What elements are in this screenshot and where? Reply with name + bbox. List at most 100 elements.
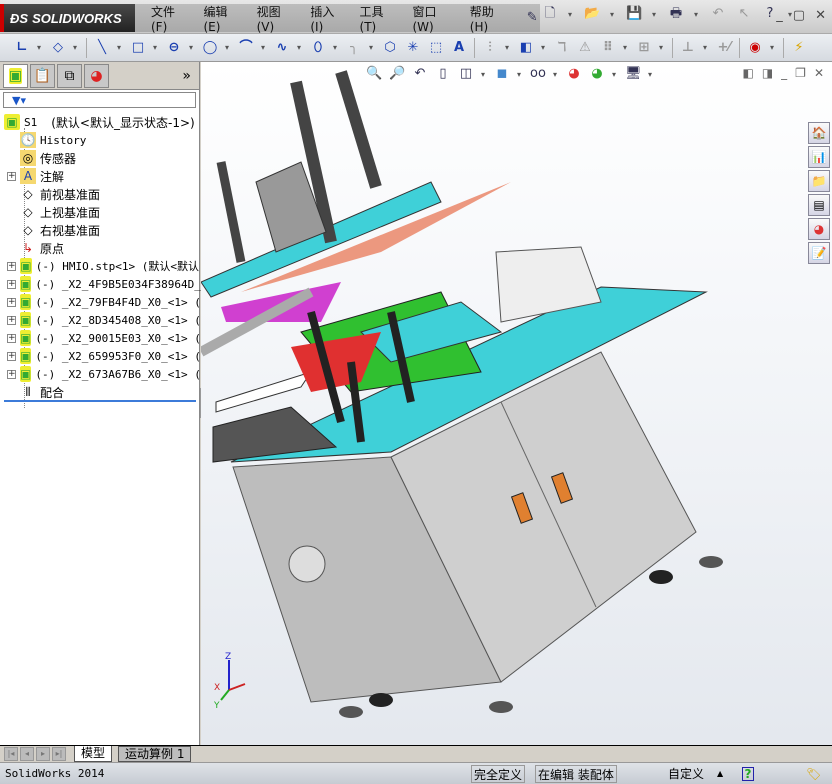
graphics-viewport[interactable]: 🔍 🔎 ↶ ▯ ◫ ▾ ◼ ▾ oo ▾ ◕ ◕ ▾ 🖥 ▾ ◧ ◨ _ ❐ ✕ 🏠 📊 … <box>201 62 832 745</box>
ellipse-icon[interactable]: ⬯ <box>310 40 326 56</box>
menu-help[interactable]: 帮助(H) <box>470 3 512 34</box>
tree-item[interactable]: + A 注解 <box>0 167 199 185</box>
tree-item[interactable]: + ▣ (-) _X2_673A67B6_X0_<1> ( <box>0 365 201 383</box>
menu-file[interactable]: 文件(F) <box>151 3 190 34</box>
tree-item[interactable]: ◎ 传感器 <box>0 149 199 167</box>
origin-icon: ↳ <box>22 241 34 255</box>
assembly-icon: ▣ <box>8 67 23 84</box>
tab-motion-study[interactable]: 运动算例 1 <box>118 746 192 762</box>
linear-pattern-icon[interactable]: ⠿ <box>600 40 616 56</box>
tree-item[interactable]: + ▣ (-) _X2_79FB4F4D_X0_<1> ( <box>0 293 201 311</box>
assembly-icon: ▣ <box>20 348 32 364</box>
fillet-icon[interactable]: ╮ <box>346 40 362 56</box>
expand-toggle[interactable]: + <box>7 315 16 325</box>
circle-icon[interactable]: ◯ <box>202 40 218 56</box>
pin-icon[interactable]: ✎ <box>524 10 540 26</box>
filter-icon: ▼▾ <box>12 93 26 107</box>
next-tab-button[interactable]: ▸ <box>36 747 50 761</box>
file-explorer-icon[interactable]: 📁 <box>808 170 830 192</box>
menu-window[interactable]: 窗口(W) <box>412 3 456 34</box>
arc-icon[interactable]: ⌒ <box>238 40 254 56</box>
rollback-bar[interactable] <box>4 400 196 402</box>
solidworks-logo[interactable]: ƉS SOLIDWORKS <box>0 4 135 32</box>
tree-root[interactable]: ▣ S1 (默认<默认_显示状态-1>) <box>0 113 199 131</box>
tab-display-manager[interactable]: ◕ <box>84 63 109 88</box>
appearances-icon[interactable]: ◕ <box>808 218 830 240</box>
instant3d-icon[interactable]: ⚡ <box>791 40 807 56</box>
tree-item[interactable]: + ▣ (-) _X2_8D345408_X0_<1> ( <box>0 311 201 329</box>
expand-toggle[interactable]: + <box>7 369 16 379</box>
move-entities-icon[interactable]: ⊞ <box>636 40 652 56</box>
solidworks-resources-icon[interactable]: 🏠 <box>808 122 830 144</box>
offset-icon[interactable]: ◧ <box>518 40 534 56</box>
tree-item[interactable]: + ▣ (-) HMIO.stp<1> (默认<默认 <box>0 257 199 275</box>
units-selector[interactable]: 自定义 <box>668 765 704 783</box>
menu-tools[interactable]: 工具(T) <box>360 3 400 34</box>
maximize-icon[interactable]: ▢ <box>793 8 805 23</box>
tab-property-manager[interactable]: 📋 <box>30 63 55 88</box>
rectangle-icon[interactable]: □ <box>130 40 146 56</box>
prev-tab-button[interactable]: ◂ <box>20 747 34 761</box>
smart-dimension-icon[interactable]: ◇ <box>50 40 66 56</box>
tree-item-label: 上视基准面 <box>40 205 101 220</box>
expand-toggle[interactable]: + <box>7 171 16 181</box>
print-icon[interactable]: 🖶 <box>668 6 684 22</box>
expand-toggle[interactable]: + <box>7 351 16 361</box>
slot-icon[interactable]: ⊖ <box>166 40 182 56</box>
property-icon: 📋 <box>33 67 52 84</box>
tree-item[interactable]: ⫴ 配合 <box>0 383 199 401</box>
select-icon[interactable]: ↖ <box>736 6 752 22</box>
first-tab-button[interactable]: |◂ <box>4 747 18 761</box>
tree-item-label: 传感器 <box>40 151 77 166</box>
close-icon[interactable]: ✕ <box>815 8 826 23</box>
tab-model[interactable]: 模型 <box>74 746 113 762</box>
tree-item-label: 前视基准面 <box>40 187 101 202</box>
tab-feature-manager[interactable]: ▣ <box>3 63 28 88</box>
spline-icon[interactable]: ∿ <box>274 40 290 56</box>
design-library-icon[interactable]: 📊 <box>808 146 830 168</box>
tree-item[interactable]: + ▣ (-) _X2_4F9B5E034F38964D_X <box>0 275 208 293</box>
assembly-model[interactable] <box>201 62 832 745</box>
new-document-icon[interactable]: 🗋 <box>542 6 558 22</box>
menu-edit[interactable]: 编辑(E) <box>203 3 243 34</box>
polygon-icon[interactable]: ⬡ <box>382 40 398 56</box>
units-dropdown-icon[interactable]: ▲ <box>717 765 723 783</box>
tree-item[interactable]: + ▣ (-) _X2_659953F0_X0_<1> ( <box>0 347 201 365</box>
repair-sketch-icon[interactable]: +⁄ <box>716 40 732 56</box>
help-icon[interactable]: ? <box>742 767 754 781</box>
mirror-icon[interactable]: ⫶ <box>482 40 498 56</box>
point-icon[interactable]: ✳ <box>405 40 421 56</box>
text-icon[interactable]: A <box>451 40 467 56</box>
tree-filter[interactable]: ▼▾ <box>3 92 196 108</box>
convert-entities-icon[interactable]: ⚠ <box>577 40 593 56</box>
tree-item[interactable]: ◇ 前视基准面 <box>0 185 199 203</box>
expand-toggle[interactable]: + <box>7 297 16 307</box>
construction-geometry-icon[interactable]: ⬚ <box>428 40 444 56</box>
menu-view[interactable]: 视图(V) <box>257 3 298 34</box>
menu-insert[interactable]: 插入(I) <box>310 3 346 34</box>
line-icon[interactable]: ╲ <box>94 40 110 56</box>
save-icon[interactable]: 💾 <box>626 6 642 22</box>
expand-toggle[interactable]: + <box>7 261 16 271</box>
expand-toggle[interactable]: + <box>7 333 16 343</box>
trim-icon[interactable]: ℸ <box>554 40 570 56</box>
view-palette-icon[interactable]: ▤ <box>808 194 830 216</box>
tree-item[interactable]: ◇ 上视基准面 <box>0 203 199 221</box>
tree-item[interactable]: 🕓 History <box>0 131 199 149</box>
custom-properties-icon[interactable]: 📝 <box>808 242 830 264</box>
tree-item[interactable]: ◇ 右视基准面 <box>0 221 199 239</box>
sketch-icon[interactable]: ∟ <box>14 40 30 56</box>
tree-item[interactable]: ↳ 原点 <box>0 239 199 257</box>
last-tab-button[interactable]: ▸| <box>52 747 66 761</box>
tree-item[interactable]: + ▣ (-) _X2_90015E03_X0_<1> ( <box>0 329 201 347</box>
undo-icon[interactable]: ↶ <box>710 6 726 22</box>
minimize-icon[interactable]: _ <box>776 8 783 23</box>
rapid-sketch-icon[interactable]: ◉ <box>747 40 763 56</box>
expand-toggle[interactable]: + <box>7 279 16 289</box>
expand-tabs-button[interactable]: » <box>182 68 191 84</box>
assembly-icon: ▣ <box>20 258 32 274</box>
rebuild-tag-icon[interactable]: 🏷 <box>806 765 821 783</box>
open-icon[interactable]: 📂 <box>584 6 600 22</box>
display-relations-icon[interactable]: ⊥ <box>680 40 696 56</box>
tab-configuration-manager[interactable]: ⧉ <box>57 63 82 88</box>
